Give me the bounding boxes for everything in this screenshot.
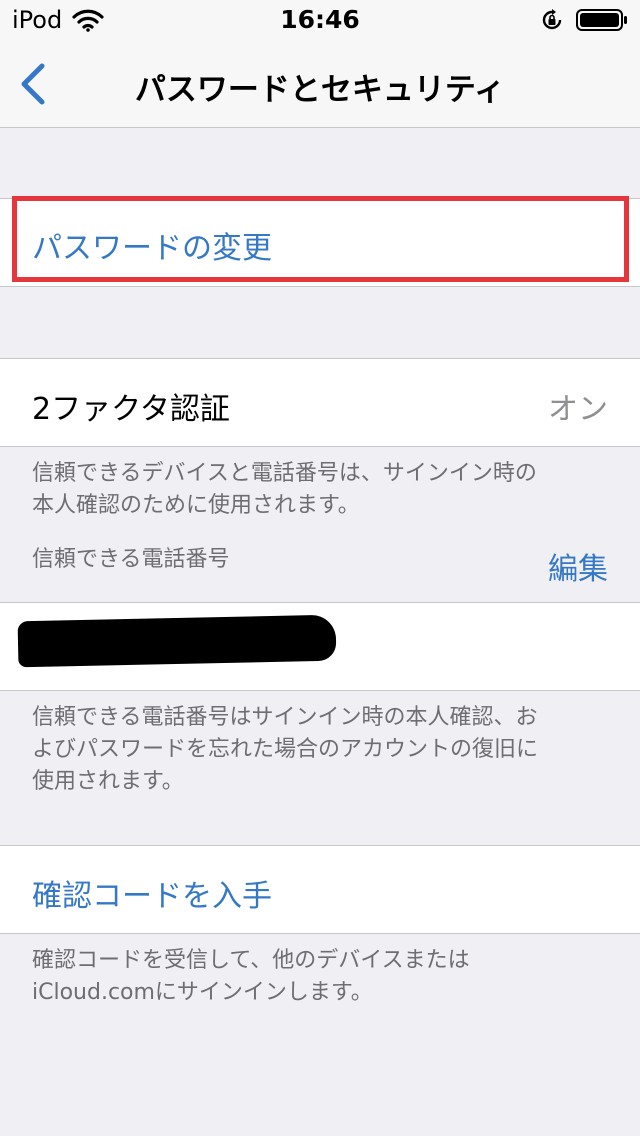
trusted-numbers-description-line: よびパスワードを忘れた場合のアカウントの復旧に	[32, 737, 539, 762]
two-factor-label: 2ファクタ認証	[32, 392, 230, 427]
navigation-bar: パスワードとセキュリティ	[0, 40, 640, 128]
two-factor-description: 信頼できるデバイスと電話番号は、サインイン時の 本人確認のために使用されます。	[32, 458, 622, 522]
two-factor-cell[interactable]: 2ファクタ認証 オン	[0, 358, 640, 447]
verification-code-description-line: iCloud.comにサインインします。	[32, 980, 373, 1005]
trusted-numbers-header: 信頼できる電話番号	[32, 547, 230, 572]
edit-button[interactable]: 編集	[548, 544, 608, 588]
change-password-link[interactable]: パスワードの変更	[32, 223, 272, 267]
verification-code-description: 確認コードを受信して、他のデバイスまたは iCloud.comにサインインします…	[32, 945, 622, 1009]
change-password-cell[interactable]: パスワードの変更	[0, 198, 640, 287]
battery-icon	[576, 9, 627, 31]
two-factor-description-line: 本人確認のために使用されます。	[32, 493, 360, 518]
page-title: パスワードとセキュリティ	[134, 72, 506, 108]
verification-code-description-line: 確認コードを受信して、他のデバイスまたは	[32, 948, 470, 973]
verification-code-cell[interactable]: 確認コードを入手	[0, 845, 640, 934]
status-bar: iPod 16:46	[0, 0, 640, 40]
screen: iPod 16:46 パスワードとセキュリティ パスワードの変更 2ファクタ認証…	[0, 0, 640, 1136]
redacted-phone-number	[17, 614, 337, 668]
trusted-numbers-description: 信頼できる電話番号はサインイン時の本人確認、お よびパスワードを忘れた場合のアカ…	[32, 702, 622, 798]
trusted-numbers-description-line: 使用されます。	[32, 769, 184, 794]
lock-rotation-icon	[542, 9, 562, 30]
get-verification-code-link[interactable]: 確認コードを入手	[32, 871, 272, 915]
two-factor-status: オン	[548, 392, 608, 427]
two-factor-description-line: 信頼できるデバイスと電話番号は、サインイン時の	[32, 461, 537, 486]
trusted-numbers-description-line: 信頼できる電話番号はサインイン時の本人確認、お	[32, 705, 538, 730]
